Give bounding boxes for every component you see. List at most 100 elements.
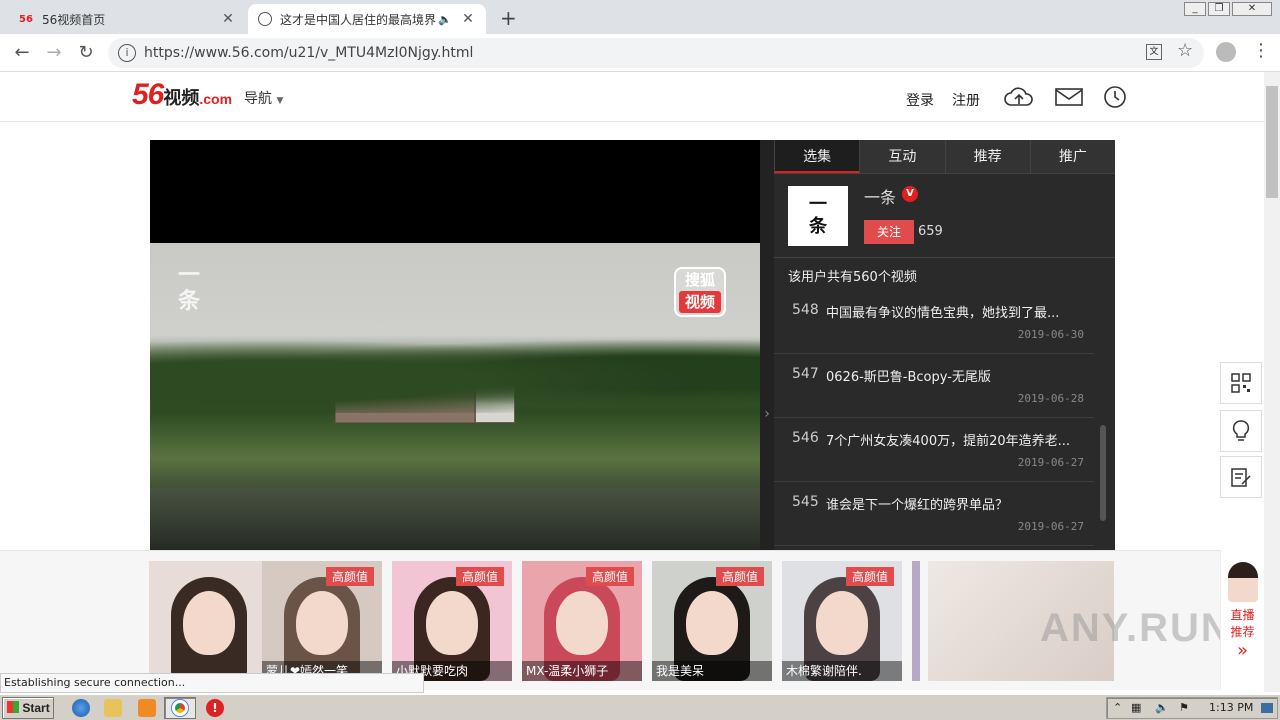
profile-avatar-icon[interactable] xyxy=(1216,42,1236,62)
streamer-name: 我是美呆 xyxy=(652,661,772,681)
badge-high-looks: 高颜值 xyxy=(455,567,504,586)
episode-date: 2019-06-27 xyxy=(1017,520,1084,533)
chrome-taskbar-button[interactable] xyxy=(164,697,196,719)
show-desktop-icon[interactable] xyxy=(1261,703,1273,713)
flag-icon[interactable]: ⚑ xyxy=(1179,698,1189,718)
uploader-avatar[interactable]: 一 条 xyxy=(788,186,848,246)
56-logo[interactable]: 56视频.com xyxy=(132,78,232,112)
volume-icon[interactable]: 🔈 xyxy=(1155,698,1169,718)
tab-56-home[interactable]: 56 56视频首页 ✕ xyxy=(8,4,246,34)
verified-v-icon: V xyxy=(902,186,918,202)
list-item[interactable]: 548 中国最有争议的情色宝典，她找到了最... 2019-06-30 xyxy=(774,290,1094,354)
double-chevron-icon[interactable]: » xyxy=(1221,640,1264,661)
episode-date: 2019-06-27 xyxy=(1017,456,1084,469)
tab-recommend[interactable]: 推荐 xyxy=(944,140,1030,173)
tray-arrow-icon[interactable]: ⌃ xyxy=(1113,698,1122,718)
video-scene-trees xyxy=(150,333,760,413)
episode-title[interactable]: 中国最有争议的情色宝典，她找到了最... xyxy=(826,302,1082,321)
list-item[interactable]: 545 谁会是下一个爆红的跨界单品？ 2019-06-27 xyxy=(774,482,1094,546)
clock-time[interactable]: 1:13 PM xyxy=(1209,698,1253,718)
restore-window-button[interactable]: ❐ xyxy=(1208,2,1230,16)
list-item[interactable]: 546 7个广州女友凑400万，提前20年造养老... 2019-06-27 xyxy=(774,418,1094,482)
video-player[interactable]: 一 条 搜狐 视频 xyxy=(150,140,760,550)
register-link[interactable]: 注册 xyxy=(952,90,980,110)
badge-high-looks: 高颜值 xyxy=(325,567,374,586)
system-tray: ⌃ ▦ 🔈 ⚑ 1:13 PM xyxy=(1106,697,1278,719)
live-card[interactable] xyxy=(149,561,269,681)
tab-interact[interactable]: 互动 xyxy=(859,140,945,173)
panel-toggle-arrow-icon[interactable]: › xyxy=(760,140,774,550)
badge-high-looks: 高颜值 xyxy=(585,567,634,586)
episode-number: 548 xyxy=(792,302,819,318)
lightbulb-icon[interactable] xyxy=(1220,410,1262,452)
tab-current-video[interactable]: 这才是中国人居住的最高境界 🔈 ✕ xyxy=(248,4,486,34)
live-side-toggle[interactable]: 直播 推荐 » xyxy=(1220,550,1264,690)
episode-number: 545 xyxy=(792,494,819,510)
episode-number: 547 xyxy=(792,366,819,382)
episode-title[interactable]: 谁会是下一个爆红的跨界单品？ xyxy=(826,494,1082,513)
tab-promote[interactable]: 推广 xyxy=(1029,140,1115,173)
mail-icon[interactable] xyxy=(1054,84,1084,110)
url-text[interactable]: https://www.56.com/u21/v_MTU4MzI0Njgy.ht… xyxy=(144,45,473,61)
upload-cloud-icon[interactable] xyxy=(1004,84,1034,110)
menu-kebab-icon[interactable]: ⋮ xyxy=(1252,40,1270,61)
live-card[interactable]: 高颜值 MX-温柔小狮子 xyxy=(522,561,642,681)
media-player-icon[interactable] xyxy=(138,699,156,717)
episode-date: 2019-06-28 xyxy=(1017,392,1084,405)
close-tab-icon[interactable]: ✕ xyxy=(460,11,476,27)
network-icon[interactable]: ▦ xyxy=(1131,698,1141,718)
badge-high-looks: 高颜值 xyxy=(715,567,764,586)
back-arrow-icon[interactable]: ← xyxy=(10,42,34,64)
video-frame[interactable]: 一 条 搜狐 视频 xyxy=(150,243,760,550)
list-item[interactable]: 547 0626-斯巴鲁-Bcopy-无尾版 2019-06-28 xyxy=(774,354,1094,418)
episode-list: 548 中国最有争议的情色宝典，她找到了最... 2019-06-30 547 … xyxy=(774,290,1096,550)
chrome-icon xyxy=(172,700,188,716)
reload-icon[interactable]: ↻ xyxy=(74,42,98,64)
episode-title[interactable]: 0626-斯巴鲁-Bcopy-无尾版 xyxy=(826,366,1082,385)
panel-tabs: 选集 互动 推荐 推广 xyxy=(774,140,1115,174)
streamer-name: MX-温柔小狮子 xyxy=(522,661,642,681)
streamer-name: 木棉繁谢陪伴. xyxy=(782,661,902,681)
live-card[interactable]: 高颜值 我是美呆 xyxy=(652,561,772,681)
close-window-button[interactable]: ✕ xyxy=(1232,2,1272,16)
address-bar[interactable]: i https://www.56.com/u21/v_MTU4MzI0Njgy.… xyxy=(108,38,1204,68)
qr-code-icon[interactable] xyxy=(1220,362,1262,404)
start-button[interactable]: Start xyxy=(2,697,54,719)
live-card[interactable]: 高颜值 木棉繁谢陪伴. xyxy=(782,561,902,681)
translate-icon[interactable]: 文 xyxy=(1146,44,1162,60)
site-info-icon[interactable]: i xyxy=(118,44,136,62)
bookmark-star-icon[interactable]: ☆ xyxy=(1177,40,1193,61)
live-card-partial[interactable] xyxy=(912,561,920,681)
live-card[interactable]: 高颜值 小默默要吃肉 xyxy=(392,561,512,681)
yitiao-watermark: 一 条 xyxy=(178,263,201,314)
tab-episodes[interactable]: 选集 xyxy=(774,140,860,173)
browser-tab-strip: 56 56视频首页 ✕ 这才是中国人居住的最高境界 🔈 ✕ + _ ❐ ✕ xyxy=(0,0,1280,34)
feedback-edit-icon[interactable] xyxy=(1220,456,1262,498)
streamer-avatar xyxy=(1227,562,1258,602)
ie-icon[interactable] xyxy=(72,699,90,717)
close-tab-icon[interactable]: ✕ xyxy=(220,11,236,27)
page-scrollbar-thumb[interactable] xyxy=(1266,86,1278,198)
new-tab-button[interactable]: + xyxy=(500,6,517,30)
site-header: 56视频.com 导航 ▼ 登录 注册 xyxy=(0,72,1264,122)
live-label: 直播 xyxy=(1230,608,1255,622)
sohu-video-logo: 搜狐 视频 xyxy=(674,267,726,317)
follow-button[interactable]: 关注 xyxy=(864,220,914,244)
panel-scrollbar[interactable] xyxy=(1100,425,1106,521)
login-link[interactable]: 登录 xyxy=(906,90,934,110)
uploader-name[interactable]: 一条 xyxy=(864,184,896,208)
live-card[interactable]: 高颜值 蒙儿❤嫣然一笑 xyxy=(262,561,382,681)
episode-number: 546 xyxy=(792,430,819,446)
recommend-label: 推荐 xyxy=(1230,625,1255,639)
globe-icon xyxy=(258,12,272,26)
folder-icon[interactable] xyxy=(104,699,122,717)
caret-down-icon: ▼ xyxy=(276,96,284,106)
warning-icon[interactable]: ! xyxy=(206,699,224,717)
history-clock-icon[interactable] xyxy=(1100,84,1130,110)
forward-arrow-icon[interactable]: → xyxy=(42,42,66,64)
episode-title[interactable]: 7个广州女友凑400万，提前20年造养老... xyxy=(826,430,1082,449)
nav-dropdown[interactable]: 导航 ▼ xyxy=(244,88,283,108)
nav-label: 导航 xyxy=(244,91,272,107)
minimize-window-button[interactable]: _ xyxy=(1184,2,1206,16)
speaker-icon[interactable]: 🔈 xyxy=(438,13,452,26)
